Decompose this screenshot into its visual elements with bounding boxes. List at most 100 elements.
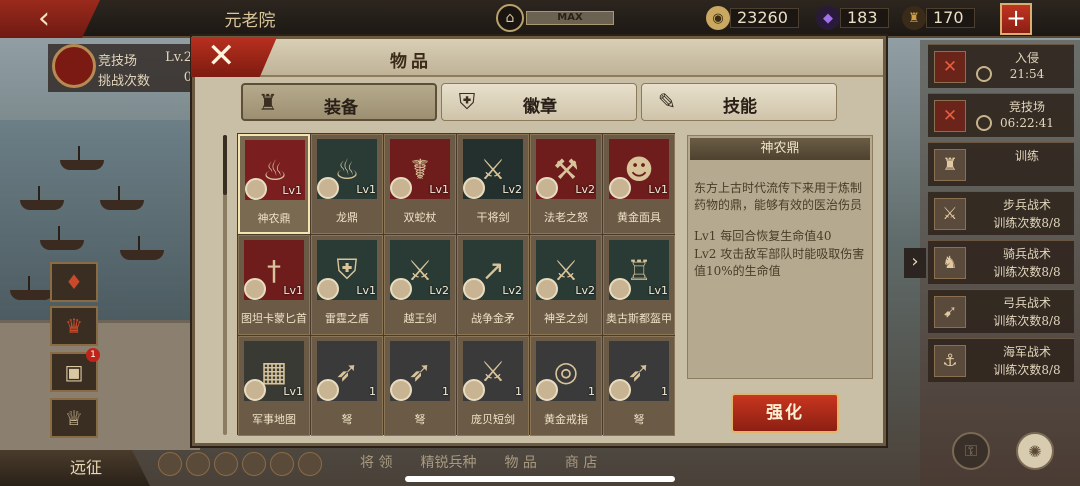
task-subtitle: 训练次数8/8	[993, 265, 1061, 279]
general-avatar	[536, 379, 558, 401]
anchor-icon: ⚓	[934, 345, 966, 377]
item-name: 奥古斯都盔甲	[606, 312, 672, 325]
task-title: 步兵战术	[1002, 198, 1051, 212]
nav-items[interactable]: 物 品	[504, 452, 536, 472]
hero-avatar[interactable]	[242, 452, 266, 476]
item-slot[interactable]: † Lv1 图坦卡蒙匕首	[238, 235, 310, 335]
item-level: Lv1	[429, 183, 449, 196]
helmet-icon: ♜	[934, 149, 966, 181]
task-item[interactable]: ♞ 骑兵战术 训练次数8/8	[928, 240, 1074, 284]
item-slot[interactable]: ⚔ Lv2 神圣之剑	[530, 235, 602, 335]
task-item[interactable]: ⚓ 海军战术 训练次数8/8	[928, 338, 1074, 382]
task-subtitle: 21:54	[1009, 67, 1045, 81]
item-level: Lv2	[502, 284, 522, 297]
sword-cross-icon: ✕	[934, 51, 966, 83]
task-item[interactable]: ✕ 入侵 21:54	[928, 44, 1074, 88]
task-title: 训练	[1014, 149, 1039, 163]
task-title: 竞技场	[1008, 100, 1045, 114]
hero-avatar[interactable]	[186, 452, 210, 476]
item-name: 庞贝短剑	[471, 413, 515, 426]
item-level: Lv2	[429, 284, 449, 297]
item-slot[interactable]: ♨ Lv1 龙鼎	[311, 134, 383, 234]
task-item[interactable]: ✕ 竞技场 06:22:41	[928, 93, 1074, 137]
task-title: 入侵	[1014, 51, 1039, 65]
nav-elite-units[interactable]: 精锐兵种	[420, 452, 476, 472]
arena-label: 竞技场	[98, 54, 138, 69]
item-slot[interactable]: ➶ 1 弩	[603, 336, 675, 436]
task-subtitle: 训练次数8/8	[993, 216, 1061, 230]
item-name: 雷霆之盾	[325, 312, 369, 325]
hero-portraits	[158, 452, 322, 476]
tab-skills[interactable]: ✎ 技能	[641, 83, 837, 121]
task-item[interactable]: ♜ 训练	[928, 142, 1074, 186]
add-resource-button[interactable]: +	[1000, 3, 1032, 35]
money-bag-button[interactable]: ♦	[50, 262, 98, 302]
hero-avatar[interactable]	[158, 452, 182, 476]
item-name: 军事地图	[252, 413, 296, 426]
item-name: 黄金面具	[617, 211, 661, 224]
item-slot[interactable]: ⚔ Lv2 干将剑	[457, 134, 529, 234]
detail-level-2: Lv2 攻击敌军部队时能吸取伤害值10%的生命值	[694, 247, 865, 278]
item-name: 神农鼎	[257, 212, 291, 225]
helmets-value: 170	[926, 8, 975, 28]
item-name: 双蛇杖	[403, 211, 437, 224]
item-slot[interactable]: ♖ Lv1 奥古斯都盔甲	[603, 235, 675, 335]
item-slot[interactable]: ▦ Lv1 军事地图	[238, 336, 310, 436]
task-item[interactable]: ➹ 弓兵战术 训练次数8/8	[928, 289, 1074, 333]
hero-avatar[interactable]	[298, 452, 322, 476]
general-avatar	[536, 177, 558, 199]
sword-icon: ⚔	[934, 198, 966, 230]
trophy-button[interactable]: ♕	[50, 398, 98, 438]
general-avatar	[609, 278, 631, 300]
item-slot[interactable]: ↗ Lv2 战争金矛	[457, 235, 529, 335]
ship	[60, 146, 104, 170]
task-item[interactable]: ⚔ 步兵战术训练次数8/8	[928, 191, 1074, 235]
item-slot[interactable]: ♨ Lv1 神农鼎	[238, 134, 310, 234]
general-avatar	[244, 278, 266, 300]
item-slot[interactable]: ⚔ 1 庞贝短剑	[457, 336, 529, 436]
item-slot[interactable]: ⚒ Lv2 法老之怒	[530, 134, 602, 234]
expedition-button[interactable]: 远征	[0, 450, 150, 486]
item-slot[interactable]: ⛨ Lv1 雷霆之盾	[311, 235, 383, 335]
item-grid: ♨ Lv1 神农鼎 ♨ Lv1 龙鼎 ☤ Lv1 双蛇杖 ⚔ Lv2 干将剑 ⚒ Lv2 法老之怒 ☻ Lv1 黄…	[237, 133, 675, 436]
item-name: 黄金戒指	[544, 413, 588, 426]
item-level: 1	[588, 385, 595, 398]
item-slot[interactable]: ⚔ Lv2 越王剑	[384, 235, 456, 335]
item-slot[interactable]: ◎ 1 黄金戒指	[530, 336, 602, 436]
chevron-left-icon: ‹	[38, 1, 50, 36]
arena-emblem-icon[interactable]	[52, 44, 96, 88]
nav-shop[interactable]: 商 店	[565, 452, 597, 472]
general-avatar	[245, 178, 267, 200]
back-button[interactable]: ‹	[0, 0, 100, 38]
expand-arrow-button[interactable]: ›	[904, 248, 926, 278]
enhance-button[interactable]: 强化	[731, 393, 839, 433]
tab-equipment[interactable]: ♜ 装备	[241, 83, 437, 121]
hero-avatar[interactable]	[214, 452, 238, 476]
detail-description: 东方上古时代流传下来用于炼制药物的鼎，能够有效的医治伤员	[694, 181, 863, 212]
chevron-right-icon: ›	[911, 251, 919, 272]
resource-coins: ◉ 23260	[706, 6, 799, 30]
helmet-icon: ♜	[902, 6, 926, 30]
tab-badges[interactable]: ⛨ 徽章	[441, 83, 637, 121]
crown-button[interactable]: ♛	[50, 306, 98, 346]
ship	[20, 186, 64, 210]
lock-button[interactable]: ⚿	[952, 432, 990, 470]
nav-generals[interactable]: 将 领	[360, 452, 392, 472]
challenge-label: 挑战次数	[98, 74, 151, 89]
general-avatar	[390, 177, 412, 199]
item-slot[interactable]: ☤ Lv1 双蛇杖	[384, 134, 456, 234]
map-button[interactable]: ✺	[1016, 432, 1054, 470]
general-avatar	[609, 379, 631, 401]
item-slot[interactable]: ➶ 1 弩	[311, 336, 383, 436]
item-slot[interactable]: ☻ Lv1 黄金面具	[603, 134, 675, 234]
item-level: Lv1	[283, 284, 303, 297]
items-modal: 物品 ✕ ♜ 装备 ⛨ 徽章 ✎ 技能 ♨ Lv1 神农鼎 ♨ Lv1 龙鼎 ☤ Lv1 双蛇杖…	[191, 36, 886, 446]
money-bag-icon: ♦	[65, 270, 83, 294]
ship	[40, 226, 84, 250]
scrollbar-thumb[interactable]	[223, 135, 227, 195]
ship	[120, 236, 164, 260]
hero-avatar[interactable]	[270, 452, 294, 476]
bow-icon: ➹	[934, 296, 966, 328]
resource-helmets: ♜ 170	[902, 6, 975, 30]
item-slot[interactable]: ➶ 1 弩	[384, 336, 456, 436]
